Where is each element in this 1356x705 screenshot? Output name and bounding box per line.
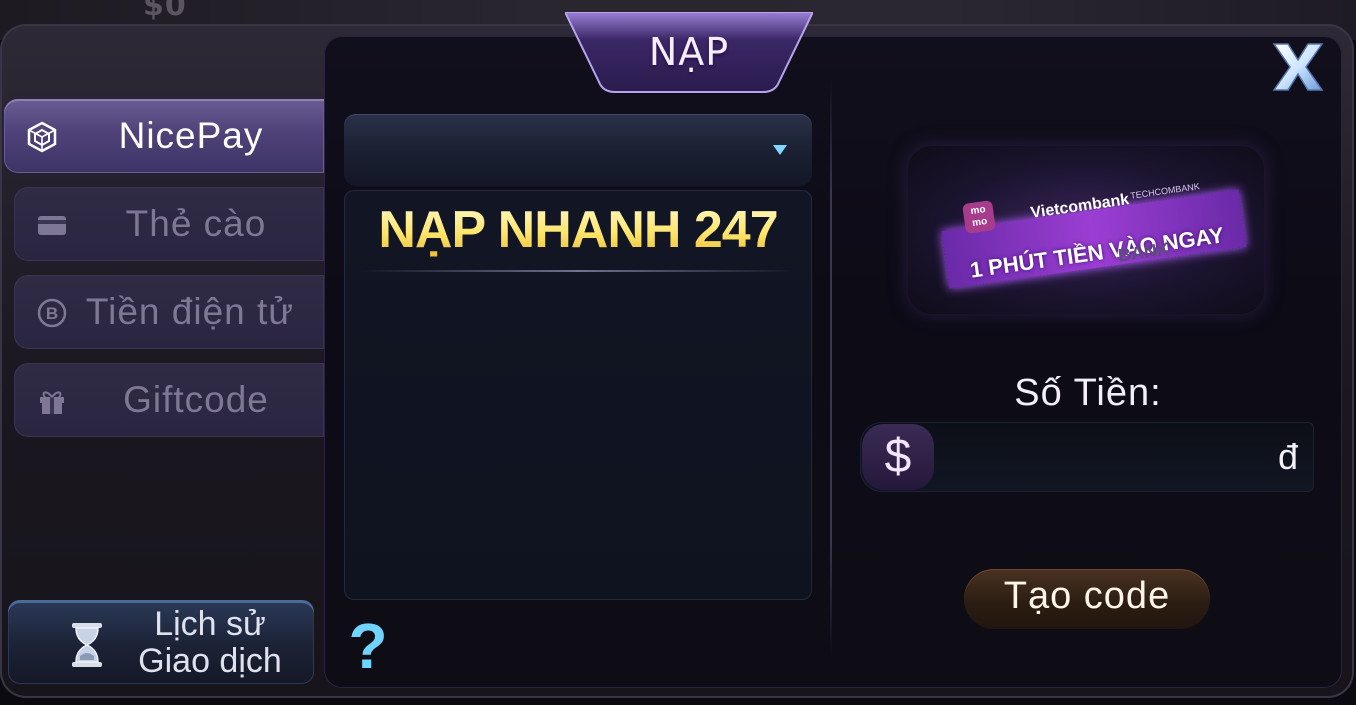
dollar-icon: $: [862, 424, 934, 490]
dialog-title: NẠP: [648, 30, 730, 74]
card-icon: [38, 216, 66, 235]
option-label: NẠP NHANH 247: [344, 200, 812, 260]
chevron-down-icon: [773, 145, 787, 155]
sidebar-item-label: Thẻ cào: [125, 203, 267, 244]
currency-unit: đ: [1277, 436, 1298, 477]
history-label: Lịch sử Giao dịch: [120, 606, 300, 680]
svg-text:B: B: [46, 304, 58, 323]
sidebar-item-label: Giftcode: [123, 379, 269, 420]
promo-banner: mo mo Vietcombank TECHCOMBANK 1 PHÚT TIỀ…: [908, 146, 1264, 314]
dialog-title-tab: NẠP: [565, 12, 813, 94]
close-button[interactable]: [1270, 40, 1326, 94]
sidebar-item-label: Tiền điện tử: [85, 291, 295, 332]
history-label-line2: Giao dịch: [138, 642, 282, 680]
create-code-button[interactable]: Tạo code: [964, 569, 1210, 629]
option-divider: [360, 270, 796, 272]
background-amount: $0: [143, 0, 187, 23]
amount-label: Số Tiền:: [1014, 372, 1162, 414]
help-button[interactable]: ?: [346, 612, 390, 680]
nicepay-icon: [27, 121, 57, 153]
sidebar-item-nicepay[interactable]: NicePay: [4, 99, 324, 173]
payment-method-dropdown[interactable]: [344, 114, 812, 186]
sidebar-item-tien-dien-tu[interactable]: B Tiền điện tử: [14, 275, 324, 349]
hourglass-icon: [72, 623, 102, 667]
sidebar-item-label: NicePay: [118, 115, 264, 156]
history-label-line1: Lịch sử: [154, 605, 266, 643]
amount-input[interactable]: $ đ: [860, 422, 1314, 492]
option-nap-nhanh-247[interactable]: NẠP NHANH 247: [344, 190, 812, 272]
transaction-history-button[interactable]: Lịch sử Giao dịch: [8, 600, 314, 684]
payment-options-list: NẠP NHANH 247: [344, 190, 812, 600]
create-code-label: Tạo code: [1003, 575, 1171, 617]
momo-logo: mo mo: [962, 200, 996, 234]
sidebar-item-giftcode[interactable]: Giftcode: [14, 363, 324, 437]
gift-icon: [40, 391, 64, 414]
sidebar-item-the-cao[interactable]: Thẻ cào: [14, 187, 324, 261]
column-divider: [830, 80, 832, 658]
close-icon: [1272, 43, 1324, 91]
